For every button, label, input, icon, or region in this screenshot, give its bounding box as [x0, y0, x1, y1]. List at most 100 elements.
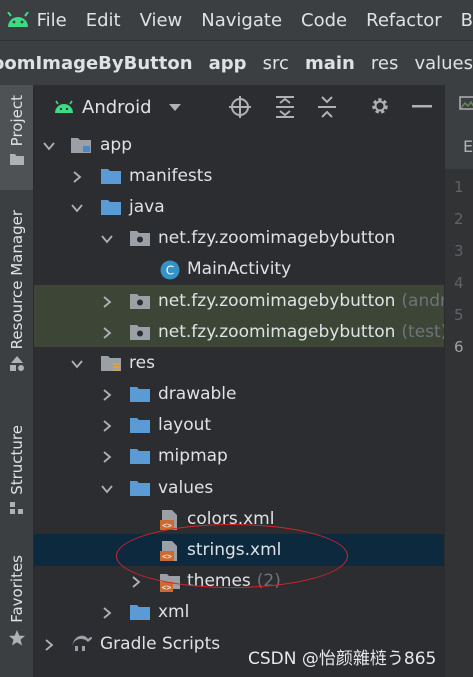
tree-item-label: colors.xml: [187, 508, 275, 529]
android-icon: [55, 100, 73, 113]
tab-favorites-label: Favorites: [7, 555, 26, 623]
collapse-all-icon[interactable]: [316, 95, 338, 119]
chevron-right-icon[interactable]: [70, 169, 84, 183]
chevron-right-icon[interactable]: [100, 605, 114, 620]
chevron-right-icon[interactable]: [100, 294, 114, 308]
breadcrumb-values[interactable]: values: [414, 53, 473, 74]
tree-row[interactable]: values: [34, 472, 444, 503]
locate-icon[interactable]: [228, 95, 252, 119]
tree-row[interactable]: java: [34, 191, 444, 222]
tree-row[interactable]: app: [34, 129, 444, 160]
chevron-right-icon[interactable]: [100, 449, 114, 464]
tab-favorites[interactable]: Favorites: [0, 555, 33, 665]
line-number: 4: [454, 274, 464, 292]
svg-text:<>: <>: [162, 552, 172, 561]
svg-text:<>: <>: [162, 521, 172, 530]
tree-row[interactable]: net.fzy.zoomimagebybutton(andro: [34, 284, 444, 317]
breadcrumb-project[interactable]: oomImageByButton: [0, 53, 193, 74]
menu-code[interactable]: Code: [301, 10, 347, 31]
structure-icon: [9, 501, 23, 514]
tool-window-strip: Project Resource Manager Structure Favor…: [0, 85, 34, 677]
editor-tab-label[interactable]: E: [463, 137, 473, 156]
menu-refactor[interactable]: Refactor: [366, 10, 442, 31]
tree-row[interactable]: <> colors.xml: [34, 503, 444, 534]
minimize-icon[interactable]: [412, 105, 432, 109]
package-icon: [129, 322, 151, 342]
tree-row[interactable]: net.fzy.zoomimagebybutton (test): [34, 316, 444, 348]
tree-row[interactable]: drawable: [34, 379, 444, 410]
xml-file-icon: <>: [159, 509, 181, 530]
tab-structure[interactable]: Structure: [0, 425, 33, 530]
menu-edit[interactable]: Edit: [86, 10, 121, 31]
svg-text:C: C: [166, 264, 174, 278]
tree-item-label: res: [129, 352, 155, 373]
chevron-right-icon[interactable]: [100, 387, 114, 401]
tree-item-label: layout: [158, 415, 212, 436]
view-mode-select[interactable]: Android: [82, 97, 152, 118]
tree-item-label: mipmap: [158, 446, 228, 467]
folder-icon: [129, 602, 151, 622]
chevron-right-icon[interactable]: [42, 637, 56, 651]
tree-row[interactable]: xml: [34, 597, 444, 628]
line-number: 5: [454, 306, 464, 324]
tree-row[interactable]: mipmap: [34, 441, 444, 472]
chevron-down-icon[interactable]: [70, 356, 84, 370]
tab-resource-manager-label: Resource Manager: [7, 210, 26, 350]
xml-file-icon: <>: [159, 540, 181, 562]
menu-file[interactable]: File: [37, 10, 67, 31]
breadcrumb-app[interactable]: app: [209, 53, 247, 74]
tree-item-text: net.fzy.zoomimagebybutton (test): [158, 322, 444, 342]
android-studio-logo-icon: [0, 0, 37, 40]
xml-folder-icon: <>: [159, 571, 181, 593]
package-icon: [129, 291, 151, 311]
tree-item-label: net.fzy.zoomimagebybutton: [158, 290, 396, 311]
tree-row[interactable]: manifests: [34, 160, 444, 191]
editor-tab-strip: E: [444, 85, 473, 169]
tab-project-label: Project: [7, 95, 26, 147]
line-number: 1: [454, 178, 464, 196]
project-panel-header: Android: [34, 85, 444, 129]
tree-item-label: app: [100, 134, 132, 155]
chevron-right-icon[interactable]: [100, 418, 114, 432]
menu-navigate[interactable]: Navigate: [201, 10, 282, 31]
tree-item-suffix: (test): [401, 321, 444, 342]
watermark: CSDN @怡颜雜梿う865: [248, 649, 437, 669]
breadcrumb-main[interactable]: main: [305, 53, 355, 74]
folder-icon: [129, 384, 151, 404]
breadcrumb: oomImageByButton app src main res values: [0, 40, 473, 86]
menu-build[interactable]: B: [461, 10, 473, 31]
chevron-down-icon[interactable]: [100, 231, 114, 245]
tree-row[interactable]: res: [34, 347, 444, 378]
tree-item-text: net.fzy.zoomimagebybutton(andro: [158, 291, 444, 311]
expand-all-icon[interactable]: [274, 95, 296, 119]
breadcrumb-res[interactable]: res: [371, 53, 398, 74]
tree-row[interactable]: layout: [34, 410, 444, 441]
chevron-down-icon[interactable]: [42, 138, 56, 152]
menu-view[interactable]: View: [140, 10, 183, 31]
tree-item-label: themes: [187, 571, 251, 592]
folder-icon: [100, 166, 122, 186]
tree-row[interactable]: C MainActivity: [34, 254, 444, 285]
gradle-icon: [70, 634, 92, 654]
chevron-down-icon[interactable]: [70, 200, 84, 214]
line-number: 3: [454, 242, 464, 260]
chevron-down-icon[interactable]: [100, 481, 114, 495]
tab-project[interactable]: Project: [0, 85, 33, 190]
folder-icon: [129, 415, 151, 435]
gear-icon[interactable]: [369, 95, 391, 117]
tree-row[interactable]: <> themes (2): [34, 566, 444, 597]
tree-item-label: net.fzy.zoomimagebybutton: [158, 228, 396, 249]
breadcrumb-src[interactable]: src: [263, 53, 289, 74]
star-icon: [8, 629, 25, 646]
folder-icon: [129, 446, 151, 466]
tree-item-label: java: [129, 196, 165, 217]
line-number: 2: [454, 210, 464, 228]
chevron-right-icon[interactable]: [100, 325, 114, 339]
tree-row[interactable]: <> strings.xml: [34, 534, 444, 566]
line-number: 6: [454, 338, 464, 356]
chevron-down-icon[interactable]: [168, 102, 182, 112]
chevron-right-icon[interactable]: [129, 574, 143, 588]
tree-row[interactable]: net.fzy.zoomimagebybutton: [34, 223, 444, 254]
tab-resource-manager[interactable]: Resource Manager: [0, 210, 33, 400]
folder-icon: [129, 478, 151, 498]
